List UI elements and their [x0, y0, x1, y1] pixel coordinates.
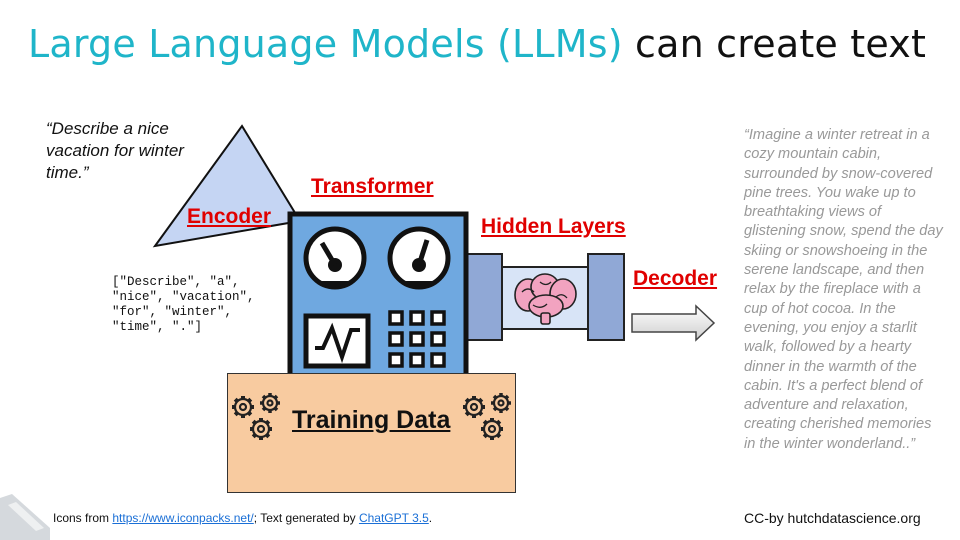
decoder-label: Decoder [633, 267, 718, 290]
hidden-layers-label: Hidden Layers [481, 215, 626, 238]
token-list: ["Describe", "a", "nice", "vacation", "f… [112, 275, 255, 334]
credit-middle: ; Text generated by [253, 511, 359, 525]
credit-prefix: Icons from [53, 511, 113, 525]
title-accent: Large Language Models (LLMs) [28, 22, 623, 66]
iconpacks-link[interactable]: https://www.iconpacks.net/ [112, 511, 253, 525]
generated-output-text: “Imagine a winter retreat in a cozy moun… [744, 127, 943, 452]
credit-suffix: . [428, 511, 433, 525]
encoder-label: Encoder [187, 205, 272, 228]
training-data-label: Training Data [292, 406, 451, 434]
title-rest: can create text [622, 22, 927, 66]
icon-credit: Icons from https://www.iconpacks.net/; T… [53, 511, 432, 525]
license-text: CC-by hutchdatascience.org [744, 510, 921, 526]
prompt-text: “Describe a nice vacation for winter tim… [46, 119, 184, 182]
slide-title: Large Language Models (LLMs) can create … [28, 22, 926, 66]
transformer-label: Transformer [311, 175, 434, 198]
chatgpt-link[interactable]: ChatGPT 3.5 [359, 511, 429, 525]
